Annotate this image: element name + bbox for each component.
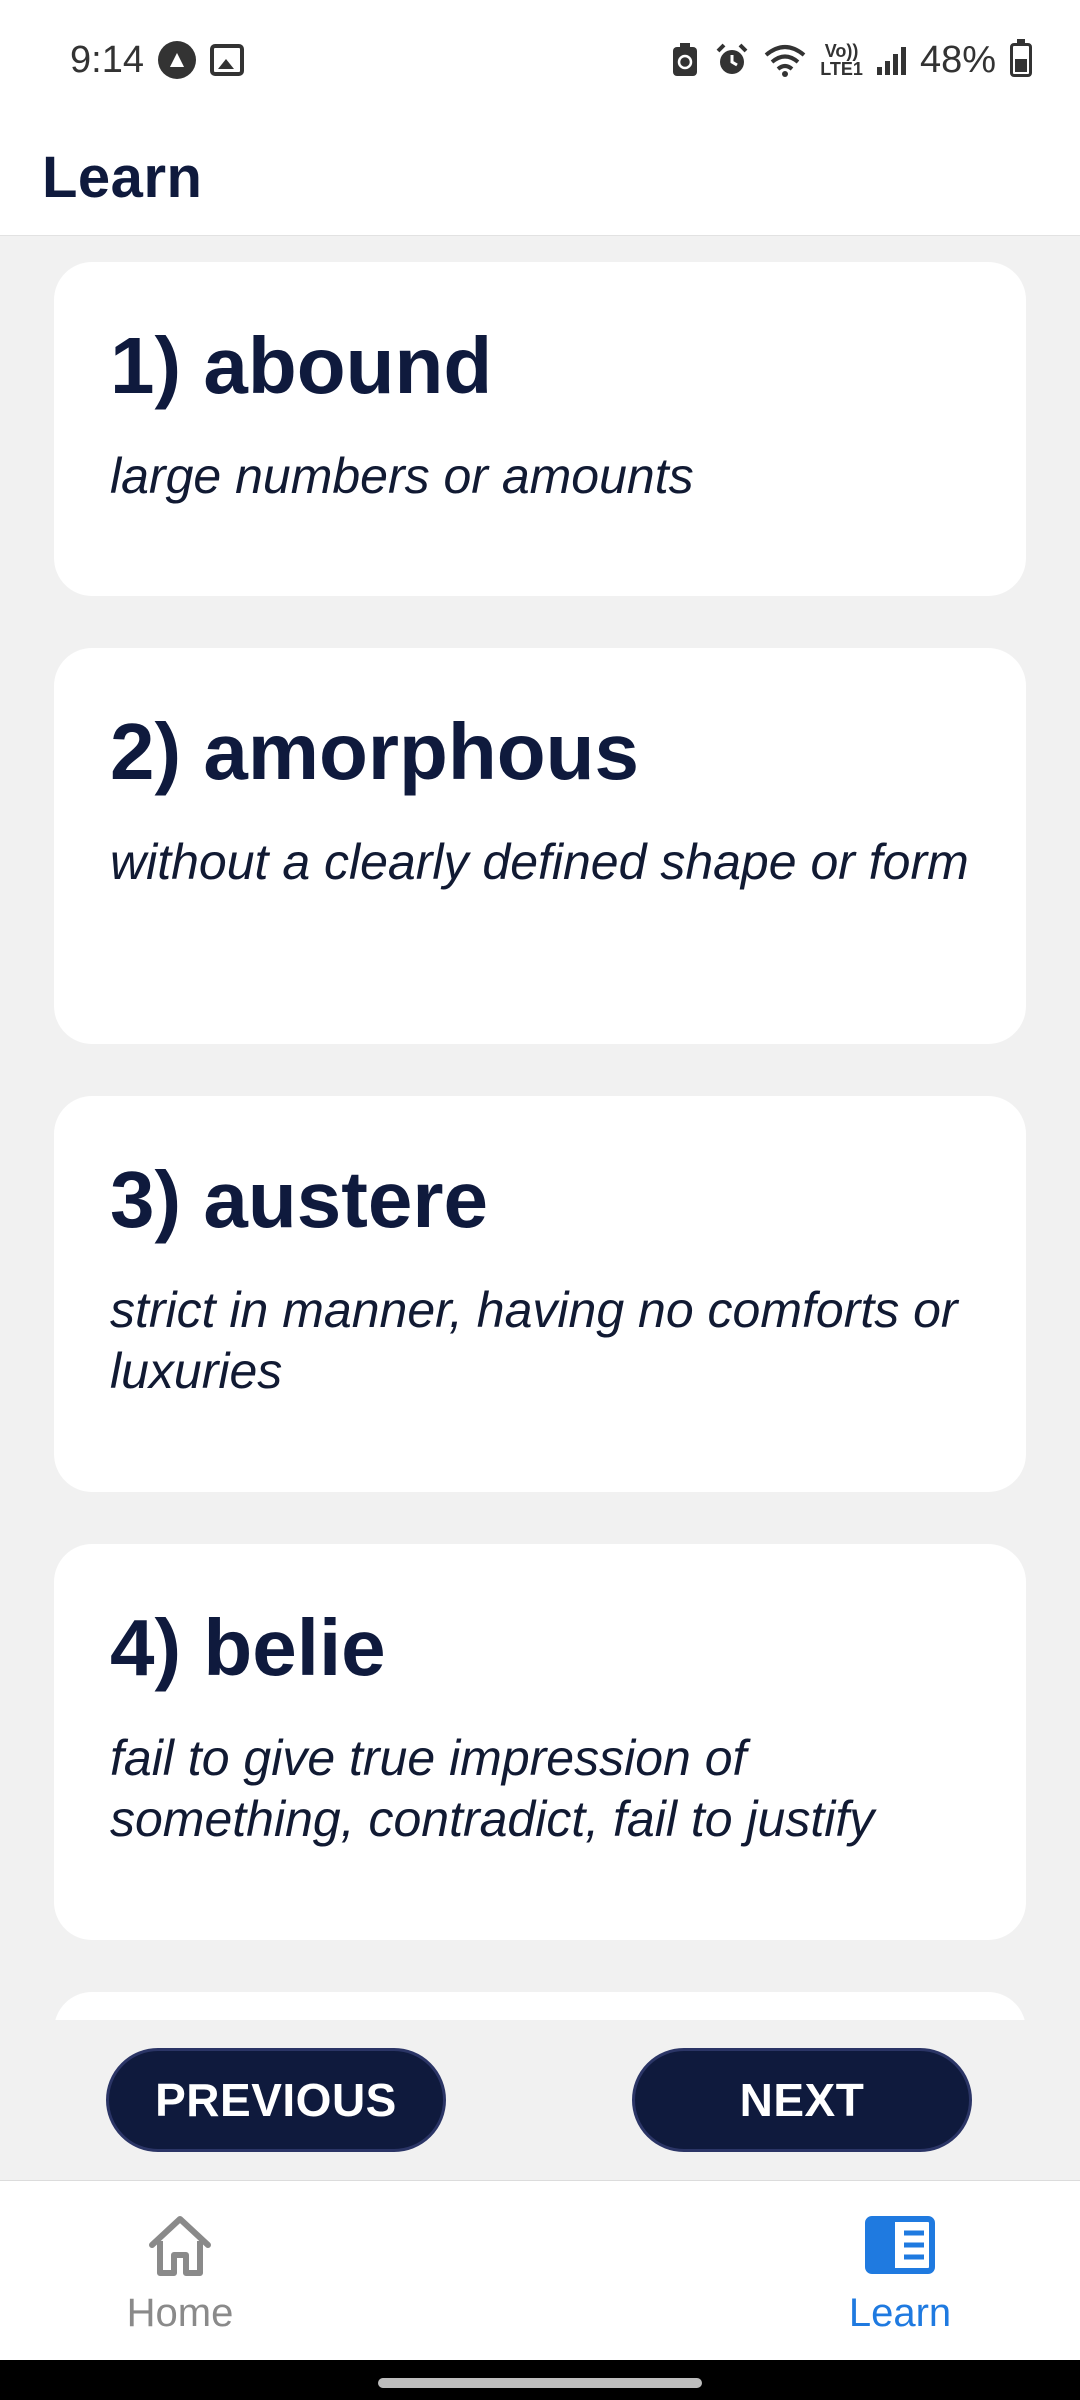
tab-learn-label: Learn — [848, 2291, 952, 2335]
battery-percent: 48% — [919, 38, 996, 81]
system-gesture-bar — [0, 2360, 1080, 2400]
word-title: 2) amorphous — [110, 707, 639, 796]
app-bar: Learn — [0, 120, 1080, 236]
home-icon — [149, 2216, 211, 2276]
word-card[interactable]: 2) amorphous without a clearly defined s… — [54, 648, 1026, 1044]
status-bar: 9:14 ▲ Vo)) LTE1 48% — [0, 0, 1080, 120]
word-definition: fail to give true impression of somethin… — [110, 1730, 875, 1847]
tab-learn[interactable]: Learn — [770, 2209, 1030, 2349]
status-time: 9:14 — [70, 38, 144, 81]
page-title: Learn — [42, 145, 203, 210]
battery-saver-icon — [673, 43, 698, 76]
word-title: 1) abound — [110, 321, 493, 410]
previous-button[interactable]: PREVIOUS — [106, 2048, 446, 2152]
image-icon — [209, 44, 244, 76]
word-title: 4) belie — [110, 1603, 386, 1692]
word-card[interactable]: 4) belie fail to give true impression of… — [54, 1544, 1026, 1940]
word-card[interactable]: 3) austere strict in manner, having no c… — [54, 1096, 1026, 1492]
lte-label: LTE1 — [820, 59, 863, 79]
alarm-icon — [716, 43, 748, 74]
tab-home[interactable]: Home — [50, 2209, 310, 2349]
word-definition: large numbers or amounts — [110, 448, 694, 504]
word-title: 3) austere — [110, 1155, 488, 1244]
bottom-navigation: Home Learn — [0, 2180, 1080, 2360]
word-definition: without a clearly defined shape or form — [110, 834, 969, 890]
book-icon — [865, 2216, 935, 2274]
home-gesture-handle[interactable] — [378, 2378, 702, 2388]
pagination-bar: PREVIOUS NEXT — [0, 2020, 1080, 2180]
a-circle-icon: ▲ — [157, 41, 196, 79]
volte-label: Vo)) — [824, 41, 859, 61]
word-card[interactable]: 1) abound large numbers or amounts — [54, 262, 1026, 596]
word-definition: strict in manner, having no comforts or … — [110, 1282, 958, 1399]
tab-home-label: Home — [126, 2291, 234, 2335]
next-button[interactable]: NEXT — [632, 2048, 972, 2152]
word-list[interactable]: 1) abound large numbers or amounts 2) am… — [0, 236, 1080, 2020]
word-card-partial[interactable] — [54, 1992, 1026, 2020]
lte-indicator: Vo)) LTE1 — [820, 42, 863, 78]
wifi-icon — [764, 45, 806, 77]
status-left: 9:14 ▲ — [70, 39, 244, 82]
battery-icon — [1010, 39, 1032, 77]
signal-icon — [876, 45, 906, 75]
status-right: Vo)) LTE1 48% — [670, 39, 1032, 82]
